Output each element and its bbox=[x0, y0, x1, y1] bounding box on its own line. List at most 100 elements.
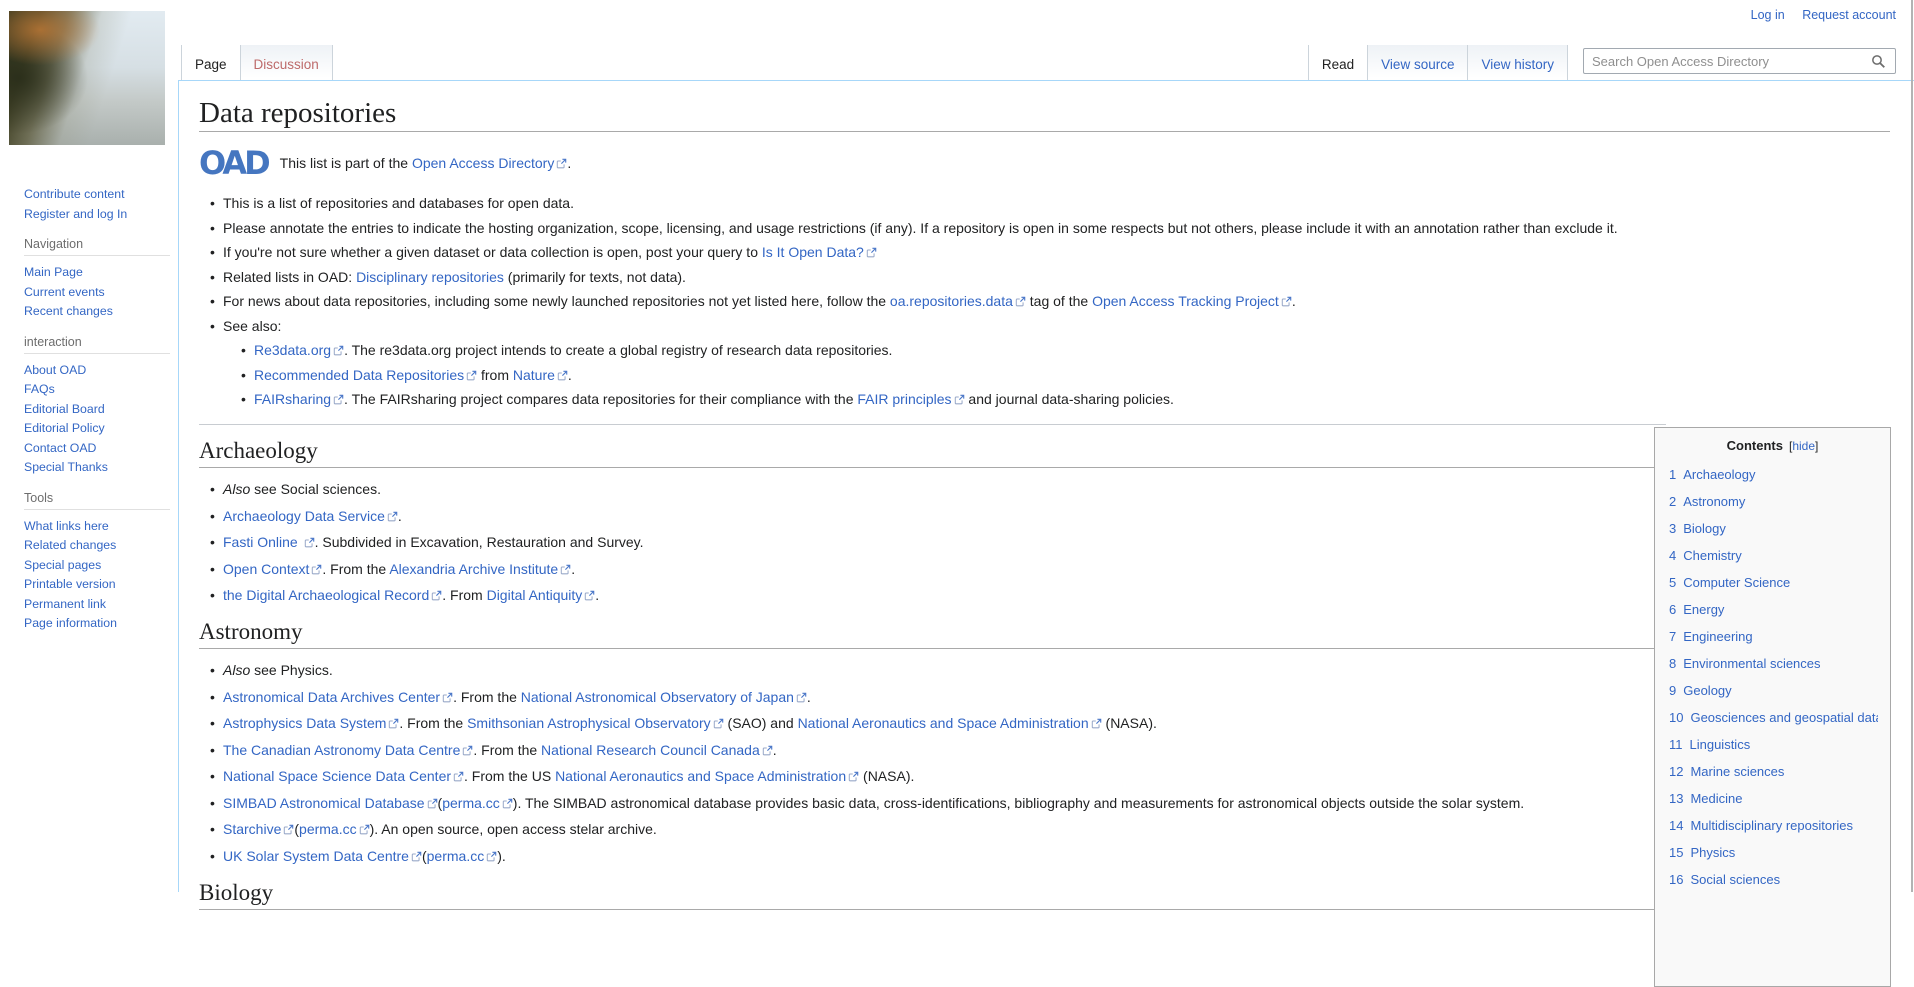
external-link[interactable]: Open Access Directory bbox=[412, 155, 567, 171]
external-link[interactable]: FAIRsharing bbox=[254, 391, 344, 407]
section-heading-archaeology: Archaeology bbox=[199, 437, 1666, 468]
external-link[interactable]: National Astronomical Observatory of Jap… bbox=[521, 689, 807, 705]
toc-item: 2 Astronomy bbox=[1669, 488, 1878, 515]
external-link[interactable]: Re3data.org bbox=[254, 342, 344, 358]
external-link[interactable]: National Aeronautics and Space Administr… bbox=[798, 715, 1102, 731]
search-icon[interactable] bbox=[1871, 54, 1895, 69]
external-link[interactable]: Nature bbox=[513, 367, 568, 383]
toc-entry-geology[interactable]: 9 Geology bbox=[1669, 683, 1732, 698]
external-link[interactable]: Open Context bbox=[223, 561, 322, 577]
sidebar-group: Navigation Main Page Current events Recent … bbox=[24, 237, 170, 322]
list-item: For news about data repositories, includ… bbox=[210, 290, 1666, 312]
toc-title: Contents bbox=[1726, 438, 1783, 453]
sidebar-item-contact-oad[interactable]: Contact OAD bbox=[24, 439, 170, 459]
external-link[interactable]: Recommended Data Repositories bbox=[254, 367, 477, 383]
list-item: National Space Science Data Center. From… bbox=[210, 765, 1666, 787]
wiki-logo-image[interactable] bbox=[9, 11, 165, 145]
request-account-link[interactable]: Request account bbox=[1802, 8, 1896, 22]
list-item: The Canadian Astronomy Data Centre. From… bbox=[210, 739, 1666, 761]
toc-entry-archaeology[interactable]: 1 Archaeology bbox=[1669, 467, 1756, 482]
tab-read[interactable]: Read bbox=[1307, 45, 1369, 80]
external-link[interactable]: the Digital Archaeological Record bbox=[223, 587, 442, 603]
toc-entry-marine-sciences[interactable]: 12 Marine sciences bbox=[1669, 764, 1784, 779]
external-link[interactable]: Open Access Tracking Project bbox=[1092, 293, 1292, 309]
external-link[interactable]: National Space Science Data Center bbox=[223, 768, 464, 784]
section-heading-astronomy: Astronomy bbox=[199, 618, 1666, 649]
external-link[interactable]: perma.cc bbox=[427, 848, 498, 864]
intro-list: This is a list of repositories and datab… bbox=[199, 192, 1666, 410]
sidebar-item-special-pages[interactable]: Special pages bbox=[24, 556, 170, 576]
internal-link[interactable]: Disciplinary repositories bbox=[356, 269, 504, 285]
sidebar-group: Tools What links here Related changes Speci… bbox=[24, 491, 170, 634]
page-title: Data repositories bbox=[199, 97, 1890, 132]
external-link-icon bbox=[466, 370, 477, 380]
external-link[interactable]: National Research Council Canada bbox=[541, 742, 773, 758]
sidebar-item-register-and-log-in[interactable]: Register and log In bbox=[24, 205, 170, 225]
external-link[interactable]: Archaeology Data Service bbox=[223, 508, 398, 524]
external-link-icon bbox=[427, 798, 437, 808]
tab-discussion[interactable]: Discussion bbox=[240, 45, 333, 80]
toc-entry-energy[interactable]: 6 Energy bbox=[1669, 602, 1724, 617]
scrollbar[interactable] bbox=[1911, 0, 1913, 892]
sidebar-item-editorial-board[interactable]: Editorial Board bbox=[24, 400, 170, 420]
external-link[interactable]: SIMBAD Astronomical Database bbox=[223, 795, 438, 811]
external-link[interactable]: Smithsonian Astrophysical Observatory bbox=[467, 715, 724, 731]
tab-view-history[interactable]: View history bbox=[1468, 45, 1568, 80]
sidebar-item-related-changes[interactable]: Related changes bbox=[24, 536, 170, 556]
sidebar-item-recent-changes[interactable]: Recent changes bbox=[24, 302, 170, 322]
list-item: the Digital Archaeological Record. From … bbox=[210, 584, 1666, 606]
external-link[interactable]: perma.cc bbox=[442, 795, 513, 811]
tab-view-source[interactable]: View source bbox=[1368, 45, 1469, 80]
search-input[interactable] bbox=[1584, 53, 1871, 69]
toc-entry-astronomy[interactable]: 2 Astronomy bbox=[1669, 494, 1745, 509]
external-link[interactable]: UK Solar System Data Centre bbox=[223, 848, 422, 864]
external-link[interactable]: FAIR principles bbox=[857, 391, 964, 407]
external-link[interactable]: Digital Antiquity bbox=[487, 587, 596, 603]
toc-entry-multidisciplinary-repositories[interactable]: 14 Multidisciplinary repositories bbox=[1669, 818, 1853, 833]
toc-hide-button[interactable]: hide bbox=[1789, 439, 1818, 453]
external-link[interactable]: oa.repositories.data bbox=[890, 293, 1026, 309]
tab-page[interactable]: Page bbox=[181, 45, 241, 80]
sidebar-item-editorial-policy[interactable]: Editorial Policy bbox=[24, 419, 170, 439]
toc-entry-engineering[interactable]: 7 Engineering bbox=[1669, 629, 1753, 644]
external-link[interactable]: Is It Open Data? bbox=[762, 244, 877, 260]
sidebar-item-special-thanks[interactable]: Special Thanks bbox=[24, 458, 170, 478]
toc-entry-geosciences-and-geospatial-data[interactable]: 10 Geosciences and geospatial data bbox=[1669, 710, 1878, 725]
sidebar-item-what-links-here[interactable]: What links here bbox=[24, 517, 170, 537]
toc-entry-medicine[interactable]: 13 Medicine bbox=[1669, 791, 1743, 806]
sidebar-item-main-page[interactable]: Main Page bbox=[24, 263, 170, 283]
list-item: UK Solar System Data Centre(perma.cc). bbox=[210, 845, 1666, 867]
toc-entry-physics[interactable]: 15 Physics bbox=[1669, 845, 1735, 860]
sidebar-item-page-information[interactable]: Page information bbox=[24, 614, 170, 634]
login-link[interactable]: Log in bbox=[1751, 8, 1785, 22]
external-link[interactable]: Astronomical Data Archives Center bbox=[223, 689, 453, 705]
sidebar-item-current-events[interactable]: Current events bbox=[24, 283, 170, 303]
sidebar-item-contribute-content[interactable]: Contribute content bbox=[24, 185, 170, 205]
sidebar-item-printable-version[interactable]: Printable version bbox=[24, 575, 170, 595]
external-link[interactable]: Astrophysics Data System bbox=[223, 715, 399, 731]
oad-logo[interactable]: OAD bbox=[199, 145, 271, 181]
external-link-icon bbox=[333, 394, 344, 405]
list-item: Archaeology Data Service. bbox=[210, 505, 1666, 527]
toc-item: 1 Archaeology bbox=[1669, 461, 1878, 488]
list-item: Astrophysics Data System. From the Smith… bbox=[210, 712, 1666, 734]
toc-entry-chemistry[interactable]: 4 Chemistry bbox=[1669, 548, 1742, 563]
sidebar-nav: Contribute content Register and log In Nav… bbox=[24, 185, 170, 647]
toc-entry-social-sciences[interactable]: 16 Social sciences bbox=[1669, 872, 1780, 887]
toc-entry-linguistics[interactable]: 11 Linguistics bbox=[1669, 737, 1750, 752]
external-link[interactable]: Starchive bbox=[223, 821, 294, 837]
sidebar-item-faqs[interactable]: FAQs bbox=[24, 380, 170, 400]
external-link[interactable]: The Canadian Astronomy Data Centre bbox=[223, 742, 473, 758]
toc-entry-environmental-sciences[interactable]: 8 Environmental sciences bbox=[1669, 656, 1821, 671]
toc-entry-biology[interactable]: 3 Biology bbox=[1669, 521, 1726, 536]
external-link[interactable]: perma.cc bbox=[299, 821, 370, 837]
toc-item: 16 Social sciences bbox=[1669, 866, 1878, 893]
toc-entry-computer-science[interactable]: 5 Computer Science bbox=[1669, 575, 1790, 590]
external-link[interactable]: Fasti Online bbox=[223, 534, 315, 550]
sidebar-item-about-oad[interactable]: About OAD bbox=[24, 361, 170, 381]
sidebar-item-permanent-link[interactable]: Permanent link bbox=[24, 595, 170, 615]
external-link[interactable]: Alexandria Archive Institute bbox=[389, 561, 571, 577]
external-link[interactable]: National Aeronautics and Space Administr… bbox=[555, 768, 859, 784]
toc-item: 7 Engineering bbox=[1669, 623, 1878, 650]
external-link-icon bbox=[453, 771, 464, 782]
